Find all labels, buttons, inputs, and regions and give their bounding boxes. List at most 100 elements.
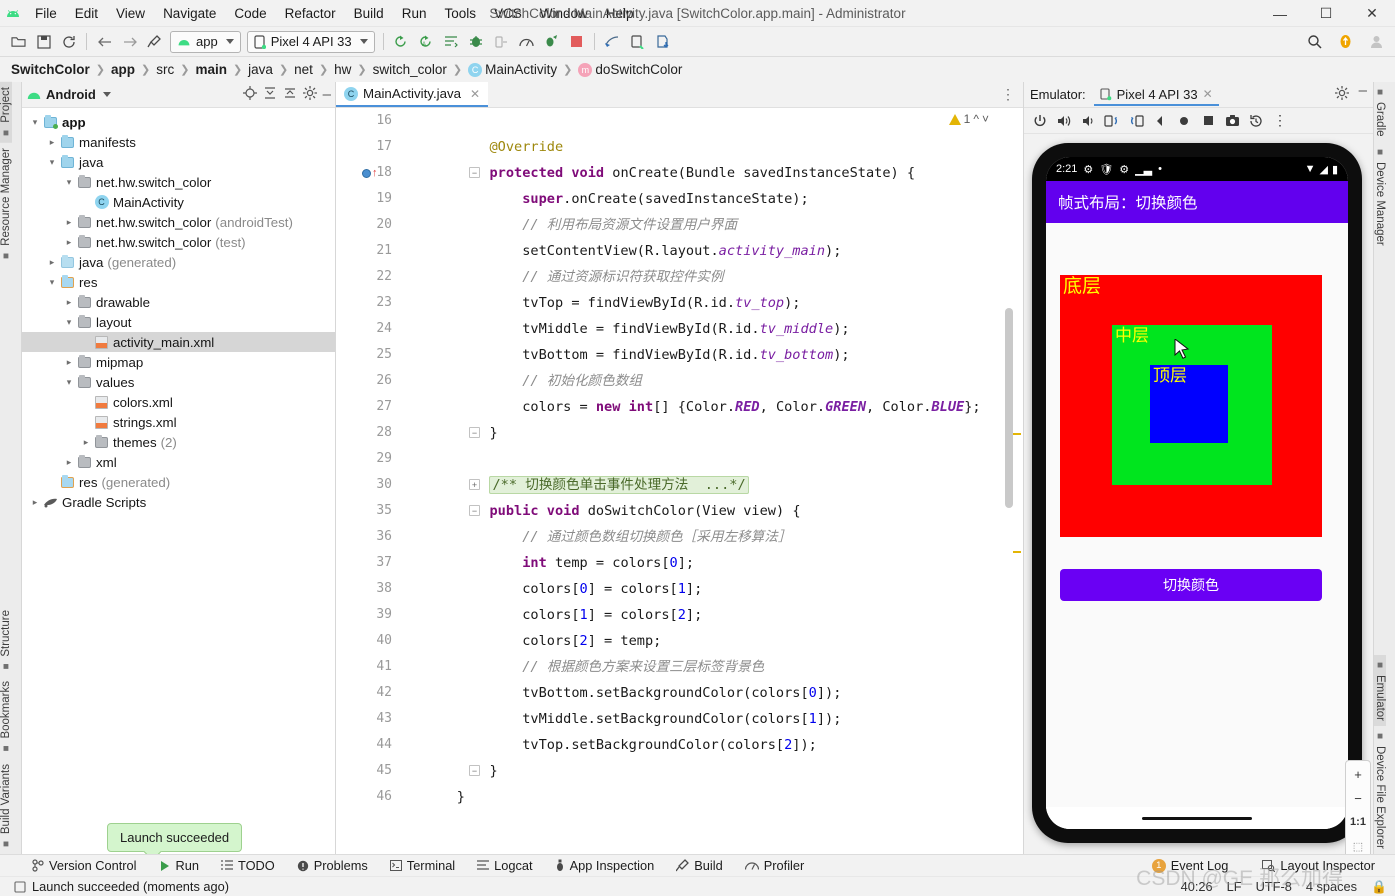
zoom-out-button[interactable]: − (1346, 789, 1370, 807)
menu-run[interactable]: Run (393, 3, 436, 24)
breadcrumb-item-net[interactable]: net (291, 62, 316, 77)
build-hammer-icon[interactable] (142, 29, 167, 54)
open-project-icon[interactable] (6, 29, 31, 54)
menu-build[interactable]: Build (345, 3, 393, 24)
sync-gradle-icon[interactable] (600, 29, 625, 54)
tree-node-net.hw.switch_color[interactable]: ▸ net.hw.switch_color (test) (22, 232, 335, 252)
chevron-right-icon[interactable]: ▸ (62, 297, 76, 308)
hide-panel-icon[interactable]: – (1359, 83, 1367, 103)
code-line[interactable]: protected void onCreate(Bundle savedInst… (424, 160, 993, 186)
expand-all-icon[interactable] (263, 86, 277, 103)
zoom-actual-button[interactable]: 1:1 (1346, 813, 1370, 831)
code-line[interactable]: // 根据颜色方案来设置三层标签背景色 (424, 654, 993, 680)
code-line[interactable]: } (424, 420, 993, 446)
status-tool-event-log[interactable]: 1 Event Log (1142, 858, 1239, 873)
tree-node-mipmap[interactable]: ▸ mipmap (22, 352, 335, 372)
inspection-status[interactable]: 1 ^ ˅ (948, 112, 989, 126)
code-line[interactable]: /** 切换颜色单击事件处理方法 ...*/ (424, 472, 993, 498)
status-tool-todo[interactable]: TODO (211, 858, 285, 873)
chevron-down-icon[interactable]: ▾ (62, 317, 76, 328)
menu-vcs[interactable]: VCS (485, 3, 531, 24)
gear-icon[interactable] (1334, 86, 1349, 103)
code-area[interactable]: 16 17 18 ↑ 19 20 21 22 23 24 25 26 27 28 29 30 35 36 37 38 3… (336, 108, 1023, 854)
code-line[interactable]: tvBottom = findViewById(R.id.tv_bottom); (424, 342, 993, 368)
chevron-right-icon[interactable]: ▸ (62, 357, 76, 368)
collapse-all-icon[interactable] (283, 86, 297, 103)
tree-node-layout[interactable]: ▾ layout (22, 312, 335, 332)
next-problem-icon[interactable]: ˅ (982, 112, 989, 126)
tree-node-themes[interactable]: ▸ themes (2) (22, 432, 335, 452)
tab-mainactivity-java[interactable]: C MainActivity.java ✕ (336, 82, 489, 107)
home-nav-icon[interactable] (1173, 110, 1195, 132)
nav-pill[interactable] (1142, 816, 1252, 820)
code-line[interactable]: tvMiddle.setBackgroundColor(colors[1]); (424, 706, 993, 732)
sdk-manager-icon[interactable] (650, 29, 675, 54)
forward-icon[interactable] (117, 29, 142, 54)
code-line[interactable]: // 通过资源标识符获取控件实例 (424, 264, 993, 290)
caret-position[interactable]: 40:26 (1181, 879, 1213, 895)
menu-code[interactable]: Code (225, 3, 275, 24)
zoom-fit-button[interactable]: ⬚ (1346, 837, 1370, 855)
code-line[interactable]: setContentView(R.layout.activity_main); (424, 238, 993, 264)
menu-navigate[interactable]: Navigate (154, 3, 225, 24)
device-selector[interactable]: Pixel 4 API 33 (246, 30, 375, 53)
gear-icon[interactable] (302, 86, 317, 103)
volume-down-icon[interactable] (1077, 110, 1099, 132)
emulator-viewport[interactable]: 2:21 ⚙ 🛡 ⚙ ▁▃ • ▼ ◢ ▮ 帧式布局：切换颜色 底层 中层 顶层… (1024, 135, 1373, 860)
rail-item-gradle[interactable]: ■ Gradle (1374, 82, 1386, 142)
tree-node-manifests[interactable]: ▸ manifests (22, 132, 335, 152)
layer-bottom[interactable]: 底层 中层 顶层 (1060, 275, 1322, 537)
minimize-button[interactable]: — (1257, 0, 1303, 27)
layer-middle[interactable]: 中层 顶层 (1112, 325, 1272, 485)
more-options-icon[interactable]: ⋮ (1269, 110, 1291, 132)
avd-manager-icon[interactable] (625, 29, 650, 54)
indent-setting[interactable]: 4 spaces (1306, 879, 1357, 895)
menu-edit[interactable]: Edit (66, 3, 107, 24)
status-tool-problems[interactable]: Problems (287, 858, 378, 873)
layer-top[interactable]: 顶层 (1150, 365, 1228, 443)
code-line[interactable]: tvTop = findViewById(R.id.tv_top); (424, 290, 993, 316)
run-icon[interactable] (389, 29, 414, 54)
code-line[interactable]: // 初始化颜色数组 (424, 368, 993, 394)
menu-file[interactable]: File (26, 3, 66, 24)
code-line[interactable]: public void doSwitchColor(View view) { (424, 498, 993, 524)
tree-node-colors.xml[interactable]: colors.xml (22, 392, 335, 412)
editor-scrollbar[interactable] (1005, 108, 1013, 854)
close-icon[interactable]: ✕ (1203, 87, 1213, 101)
breadcrumb-item-switch_color[interactable]: switch_color (370, 62, 450, 77)
code-line[interactable]: super.onCreate(savedInstanceState); (424, 186, 993, 212)
code-line[interactable]: // 利用布局资源文件设置用户界面 (424, 212, 993, 238)
rail-item-emulator[interactable]: ■ Emulator (1374, 655, 1386, 727)
code-line[interactable]: } (424, 784, 993, 810)
overview-nav-icon[interactable] (1197, 110, 1219, 132)
tree-node-drawable[interactable]: ▸ drawable (22, 292, 335, 312)
debug-attach-icon[interactable] (539, 29, 564, 54)
status-tool-app-inspection[interactable]: App Inspection (545, 858, 665, 873)
chevron-right-icon[interactable]: ▸ (45, 257, 59, 268)
tree-node-res[interactable]: ▾ res (22, 272, 335, 292)
code-line[interactable] (424, 108, 993, 134)
stop-icon[interactable] (564, 29, 589, 54)
code-line[interactable]: tvTop.setBackgroundColor(colors[2]); (424, 732, 993, 758)
save-all-icon[interactable] (31, 29, 56, 54)
chevron-down-icon[interactable]: ▾ (62, 377, 76, 388)
chevron-down-icon[interactable]: ▾ (45, 157, 59, 168)
breadcrumb-item-src[interactable]: src (153, 62, 177, 77)
breakpoint-marker[interactable]: ↑ (362, 160, 378, 186)
screenshot-icon[interactable] (1221, 110, 1243, 132)
line-separator[interactable]: LF (1227, 879, 1242, 895)
tree-node-activity_main.xml[interactable]: activity_main.xml (22, 332, 335, 352)
switch-color-button[interactable]: 切换颜色 (1060, 569, 1322, 601)
breadcrumb-item-main[interactable]: main (192, 62, 230, 77)
chevron-down-icon[interactable] (102, 92, 111, 97)
breadcrumb-item-hw[interactable]: hw (331, 62, 354, 77)
project-view-selector-label[interactable]: Android (46, 87, 96, 102)
status-tool-layout-inspector[interactable]: Layout Inspector (1252, 858, 1385, 873)
chevron-down-icon[interactable]: ▾ (62, 177, 76, 188)
breadcrumb-item-switchcolor[interactable]: SwitchColor (8, 62, 93, 77)
code-line[interactable] (424, 446, 993, 472)
tree-node-app[interactable]: ▾ app (22, 112, 335, 132)
notifications-icon[interactable] (1333, 29, 1358, 54)
chevron-down-icon[interactable]: ▾ (45, 277, 59, 288)
chevron-right-icon[interactable]: ▸ (45, 137, 59, 148)
